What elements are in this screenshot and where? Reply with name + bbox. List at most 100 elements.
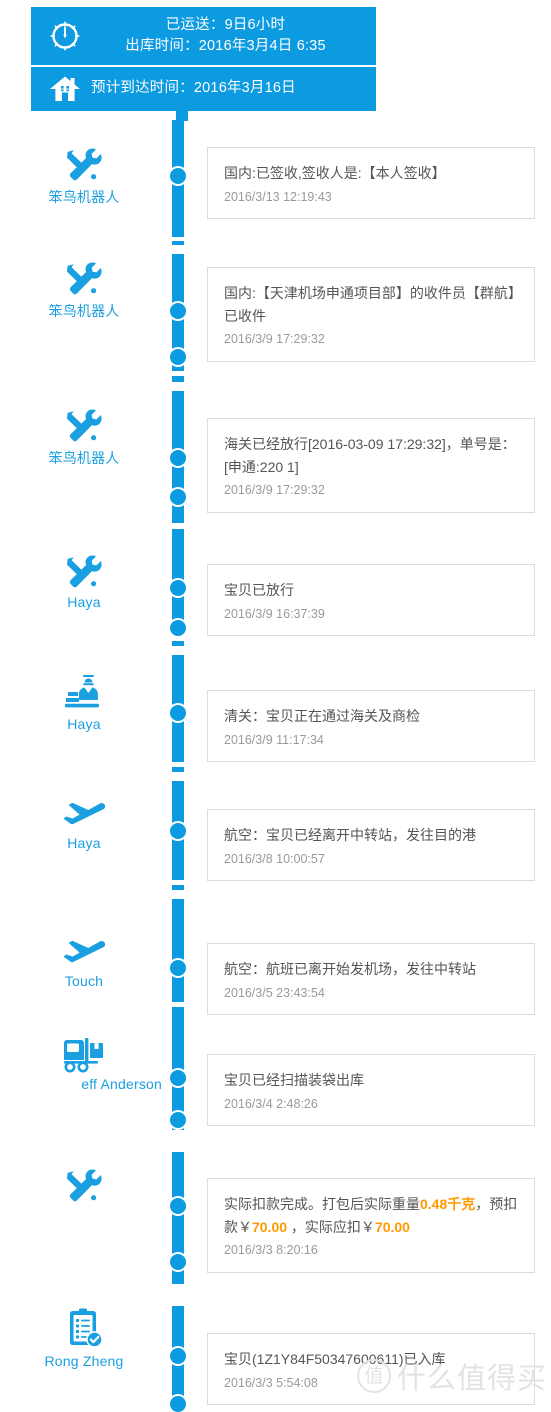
actor-name: Haya [67, 594, 101, 610]
summary-row-transit: 已运送：9日6小时 出库时间：2016年3月4日 6:35 [31, 7, 376, 65]
entry-card: 实际扣款完成。打包后实际重量0.48千克，预扣款￥70.00 ，实际应扣￥70.… [207, 1178, 535, 1273]
entry-actor: Haya [0, 787, 168, 851]
entry-text: 宝贝已经扫描装袋出库 [224, 1072, 364, 1088]
tools-icon [0, 400, 168, 446]
airplane-icon [0, 787, 168, 833]
track-gap [172, 636, 184, 641]
tools-icon [0, 546, 168, 592]
airplane-icon [0, 925, 168, 971]
entry-time: 2016/3/9 17:29:32 [224, 332, 325, 347]
shipment-summary-header: 已运送：9日6小时 出库时间：2016年3月4日 6:35 预计到达时间：201… [31, 7, 376, 111]
timeline-dot [170, 1112, 186, 1128]
highlighted-value: 70.00 [252, 1218, 288, 1235]
actor-name: Haya [67, 716, 101, 732]
entry-card: 宝贝已经扫描装袋出库 2016/3/4 2:48:26 [207, 1054, 535, 1127]
tools-icon [0, 253, 168, 299]
entry-text: 国内:【天津机场申通项目部】的收件员【群航】已收件 [224, 285, 515, 324]
entry-card: 清关：宝贝正在通过海关及商检 2016/3/9 11:17:34 [207, 690, 535, 763]
entry-card: 国内:【天津机场申通项目部】的收件员【群航】已收件 2016/3/9 17:29… [207, 267, 535, 362]
entry-time: 2016/3/9 17:29:32 [224, 483, 325, 498]
track-gap [172, 762, 184, 767]
track-gap [172, 245, 184, 254]
actor-name: Touch [64, 973, 104, 989]
entry-card: 航空：宝贝已经离开中转站，发往目的港 2016/3/8 10:00:57 [207, 809, 535, 882]
entry-card: 海关已经放行[2016-03-09 17:29:32]，单号是：[申通:220 … [207, 418, 535, 513]
entry-actor: 笨鸟机器人 [0, 253, 168, 321]
entry-time: 2016/3/3 5:54:08 [224, 1375, 318, 1390]
timeline-dot [170, 1396, 186, 1412]
entry-card: 国内:已签收,签收人是:【本人签收】 2016/3/13 12:19:43 [207, 147, 535, 220]
timeline-dot [170, 1254, 186, 1270]
entry-text: 航空：航班已离开始发机场，发往中转站 [224, 961, 476, 977]
entry-time: 2016/3/8 10:00:57 [224, 851, 325, 866]
track-gap [172, 772, 184, 781]
track-gap [172, 237, 184, 241]
forklift-icon [0, 1028, 168, 1074]
entry-time: 2016/3/3 8:20:16 [224, 1243, 318, 1258]
timeline-dot [170, 580, 186, 596]
entry-text: 清关：宝贝正在通过海关及商检 [224, 708, 420, 724]
timeline-dot [170, 1070, 186, 1086]
tools-icon [0, 1160, 168, 1206]
actor-name: 笨鸟机器人 [48, 303, 120, 319]
track-gap [172, 1130, 184, 1152]
actor-name: eff Anderson [81, 1076, 162, 1092]
clock-icon [45, 16, 85, 56]
timeline-dot [170, 303, 186, 319]
highlighted-value: 0.48千克 [420, 1196, 476, 1212]
timeline-dot [170, 705, 186, 721]
timeline-dot [170, 349, 186, 365]
entry-text: 海关已经放行[2016-03-09 17:29:32]，单号是：[申通:220 … [224, 436, 516, 475]
entry-text-segment: ，实际应扣￥ [287, 1218, 375, 1235]
entry-card: 宝贝已放行 2016/3/9 16:37:39 [207, 564, 535, 637]
estimated-arrival-time: 预计到达时间：2016年3月16日 [91, 80, 296, 97]
entry-actor: 笨鸟机器人 [0, 400, 168, 468]
entry-time: 2016/3/9 11:17:34 [224, 732, 324, 747]
timeline-dot [170, 1348, 186, 1364]
actor-name: Haya [67, 835, 101, 851]
tools-icon [0, 139, 168, 185]
entry-actor: Rong Zheng [0, 1305, 168, 1369]
entry-text: 航空：宝贝已经离开中转站，发往目的港 [224, 827, 476, 843]
track-gap [172, 890, 184, 899]
entry-actor: eff Anderson [0, 1028, 168, 1092]
home-icon [45, 69, 85, 109]
timeline-dot [170, 489, 186, 505]
timeline-dot [170, 450, 186, 466]
track-gap [172, 646, 184, 655]
highlighted-value: 70.00 [374, 1218, 410, 1235]
timeline-dot [170, 1198, 186, 1214]
entry-actor: Touch [0, 925, 168, 989]
dispatch-time: 出库时间：2016年3月4日 6:35 [125, 38, 326, 54]
timeline-dot [170, 620, 186, 636]
entry-card: 航空：航班已离开始发机场，发往中转站 2016/3/5 23:43:54 [207, 943, 535, 1016]
entry-card: 宝贝(1Z1Y84F50347600611)已入库 2016/3/3 5:54:… [207, 1333, 535, 1406]
entry-actor: Haya [0, 546, 168, 610]
entry-time: 2016/3/9 16:37:39 [224, 606, 325, 621]
track-gap [172, 1284, 184, 1306]
actor-name: 笨鸟机器人 [48, 189, 120, 205]
timeline-dot [170, 823, 186, 839]
customs-officer-icon [0, 668, 168, 714]
entry-text: 实际扣款完成。打包后实际重量0.48千克，预扣款￥70.00 ，实际应扣￥70.… [224, 1193, 518, 1238]
entry-actor: 笨鸟机器人 [0, 139, 168, 207]
elapsed-transit-time: 已运送：9日6小时 [165, 16, 286, 33]
entry-actor: Haya [0, 668, 168, 732]
entry-text: 国内:已签收,签收人是:【本人签收】 [224, 165, 446, 181]
track-gap [172, 371, 184, 376]
entry-text-segment: 实际扣款完成。打包后实际重量 [224, 1196, 420, 1212]
timeline-dot [170, 960, 186, 976]
entry-text: 宝贝(1Z1Y84F50347600611)已入库 [224, 1351, 446, 1367]
timeline-dot [170, 168, 186, 184]
entry-time: 2016/3/4 2:48:26 [224, 1096, 318, 1111]
actor-name: 笨鸟机器人 [48, 450, 120, 466]
entry-text: 宝贝已放行 [224, 582, 294, 598]
track-gap [172, 382, 184, 391]
clipboard-check-icon [0, 1305, 168, 1351]
entry-time: 2016/3/5 23:43:54 [224, 985, 325, 1000]
track-gap [172, 523, 184, 529]
entry-time: 2016/3/13 12:19:43 [224, 189, 332, 204]
summary-row-eta: 预计到达时间：2016年3月16日 [31, 67, 376, 111]
track-gap [172, 1002, 184, 1007]
track-gap [172, 880, 184, 885]
